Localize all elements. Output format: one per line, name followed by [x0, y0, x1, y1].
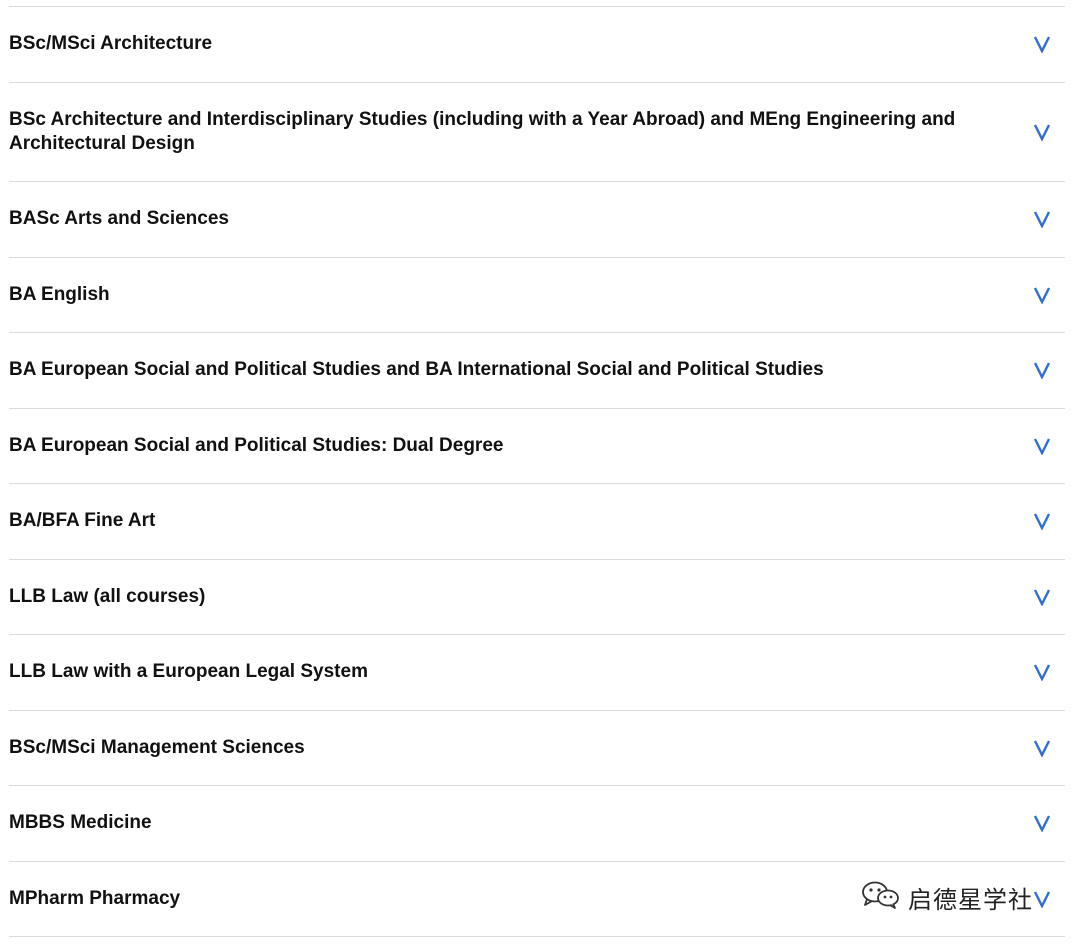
accordion-item-european-dual-degree[interactable]: BA European Social and Political Studies…: [9, 409, 1065, 484]
chevron-down-icon[interactable]: [1032, 586, 1052, 608]
accordion-item-label: BSc Architecture and Interdisciplinary S…: [9, 108, 956, 154]
chevron-down-icon[interactable]: [1032, 33, 1052, 55]
accordion-item-label: BSc/MSci Management Sciences: [9, 736, 305, 758]
chevron-down-icon[interactable]: [1032, 208, 1052, 230]
chevron-down-icon[interactable]: [1032, 510, 1052, 532]
accordion-item-law-all[interactable]: LLB Law (all courses): [9, 560, 1065, 635]
accordion-item-label: BASc Arts and Sciences: [9, 208, 229, 230]
accordion-item-label: LLB Law with a European Legal System: [9, 661, 368, 683]
accordion-item-label: LLB Law (all courses): [9, 585, 206, 607]
chevron-down-icon[interactable]: [1032, 888, 1052, 910]
chevron-down-icon[interactable]: [1032, 284, 1052, 306]
accordion-item-european-international-studies[interactable]: BA European Social and Political Studies…: [9, 333, 1065, 409]
accordion-item-pharmacy[interactable]: MPharm Pharmacy: [9, 862, 1065, 937]
accordion-item-label: BA English: [9, 283, 110, 305]
chevron-down-icon[interactable]: [1032, 661, 1052, 683]
accordion-item-label: MPharm Pharmacy: [9, 887, 181, 909]
accordion-item-medicine[interactable]: MBBS Medicine: [9, 786, 1065, 862]
accordion-item-label: BA European Social and Political Studies…: [9, 434, 504, 456]
chevron-down-icon[interactable]: [1032, 359, 1052, 381]
accordion-item-english[interactable]: BA English: [9, 258, 1065, 333]
accordion-item-fine-art[interactable]: BA/BFA Fine Art: [9, 484, 1065, 560]
accordion-item-management-sciences[interactable]: BSc/MSci Management Sciences: [9, 711, 1065, 786]
chevron-down-icon[interactable]: [1032, 435, 1052, 457]
course-accordion: BSc/MSci Architecture BSc Architecture a…: [9, 6, 1065, 937]
chevron-down-icon[interactable]: [1032, 121, 1052, 143]
accordion-item-label: MBBS Medicine: [9, 812, 152, 834]
accordion-item-label: BA/BFA Fine Art: [9, 510, 156, 532]
accordion-item-architecture[interactable]: BSc/MSci Architecture: [9, 7, 1065, 83]
accordion-item-architecture-interdisciplinary[interactable]: BSc Architecture and Interdisciplinary S…: [9, 83, 1065, 182]
accordion-item-law-european[interactable]: LLB Law with a European Legal System: [9, 635, 1065, 711]
chevron-down-icon[interactable]: [1032, 737, 1052, 759]
accordion-item-label: BSc/MSci Architecture: [9, 33, 213, 55]
accordion-item-label: BA European Social and Political Studies…: [9, 359, 824, 381]
accordion-item-arts-sciences[interactable]: BASc Arts and Sciences: [9, 182, 1065, 258]
chevron-down-icon[interactable]: [1032, 812, 1052, 834]
